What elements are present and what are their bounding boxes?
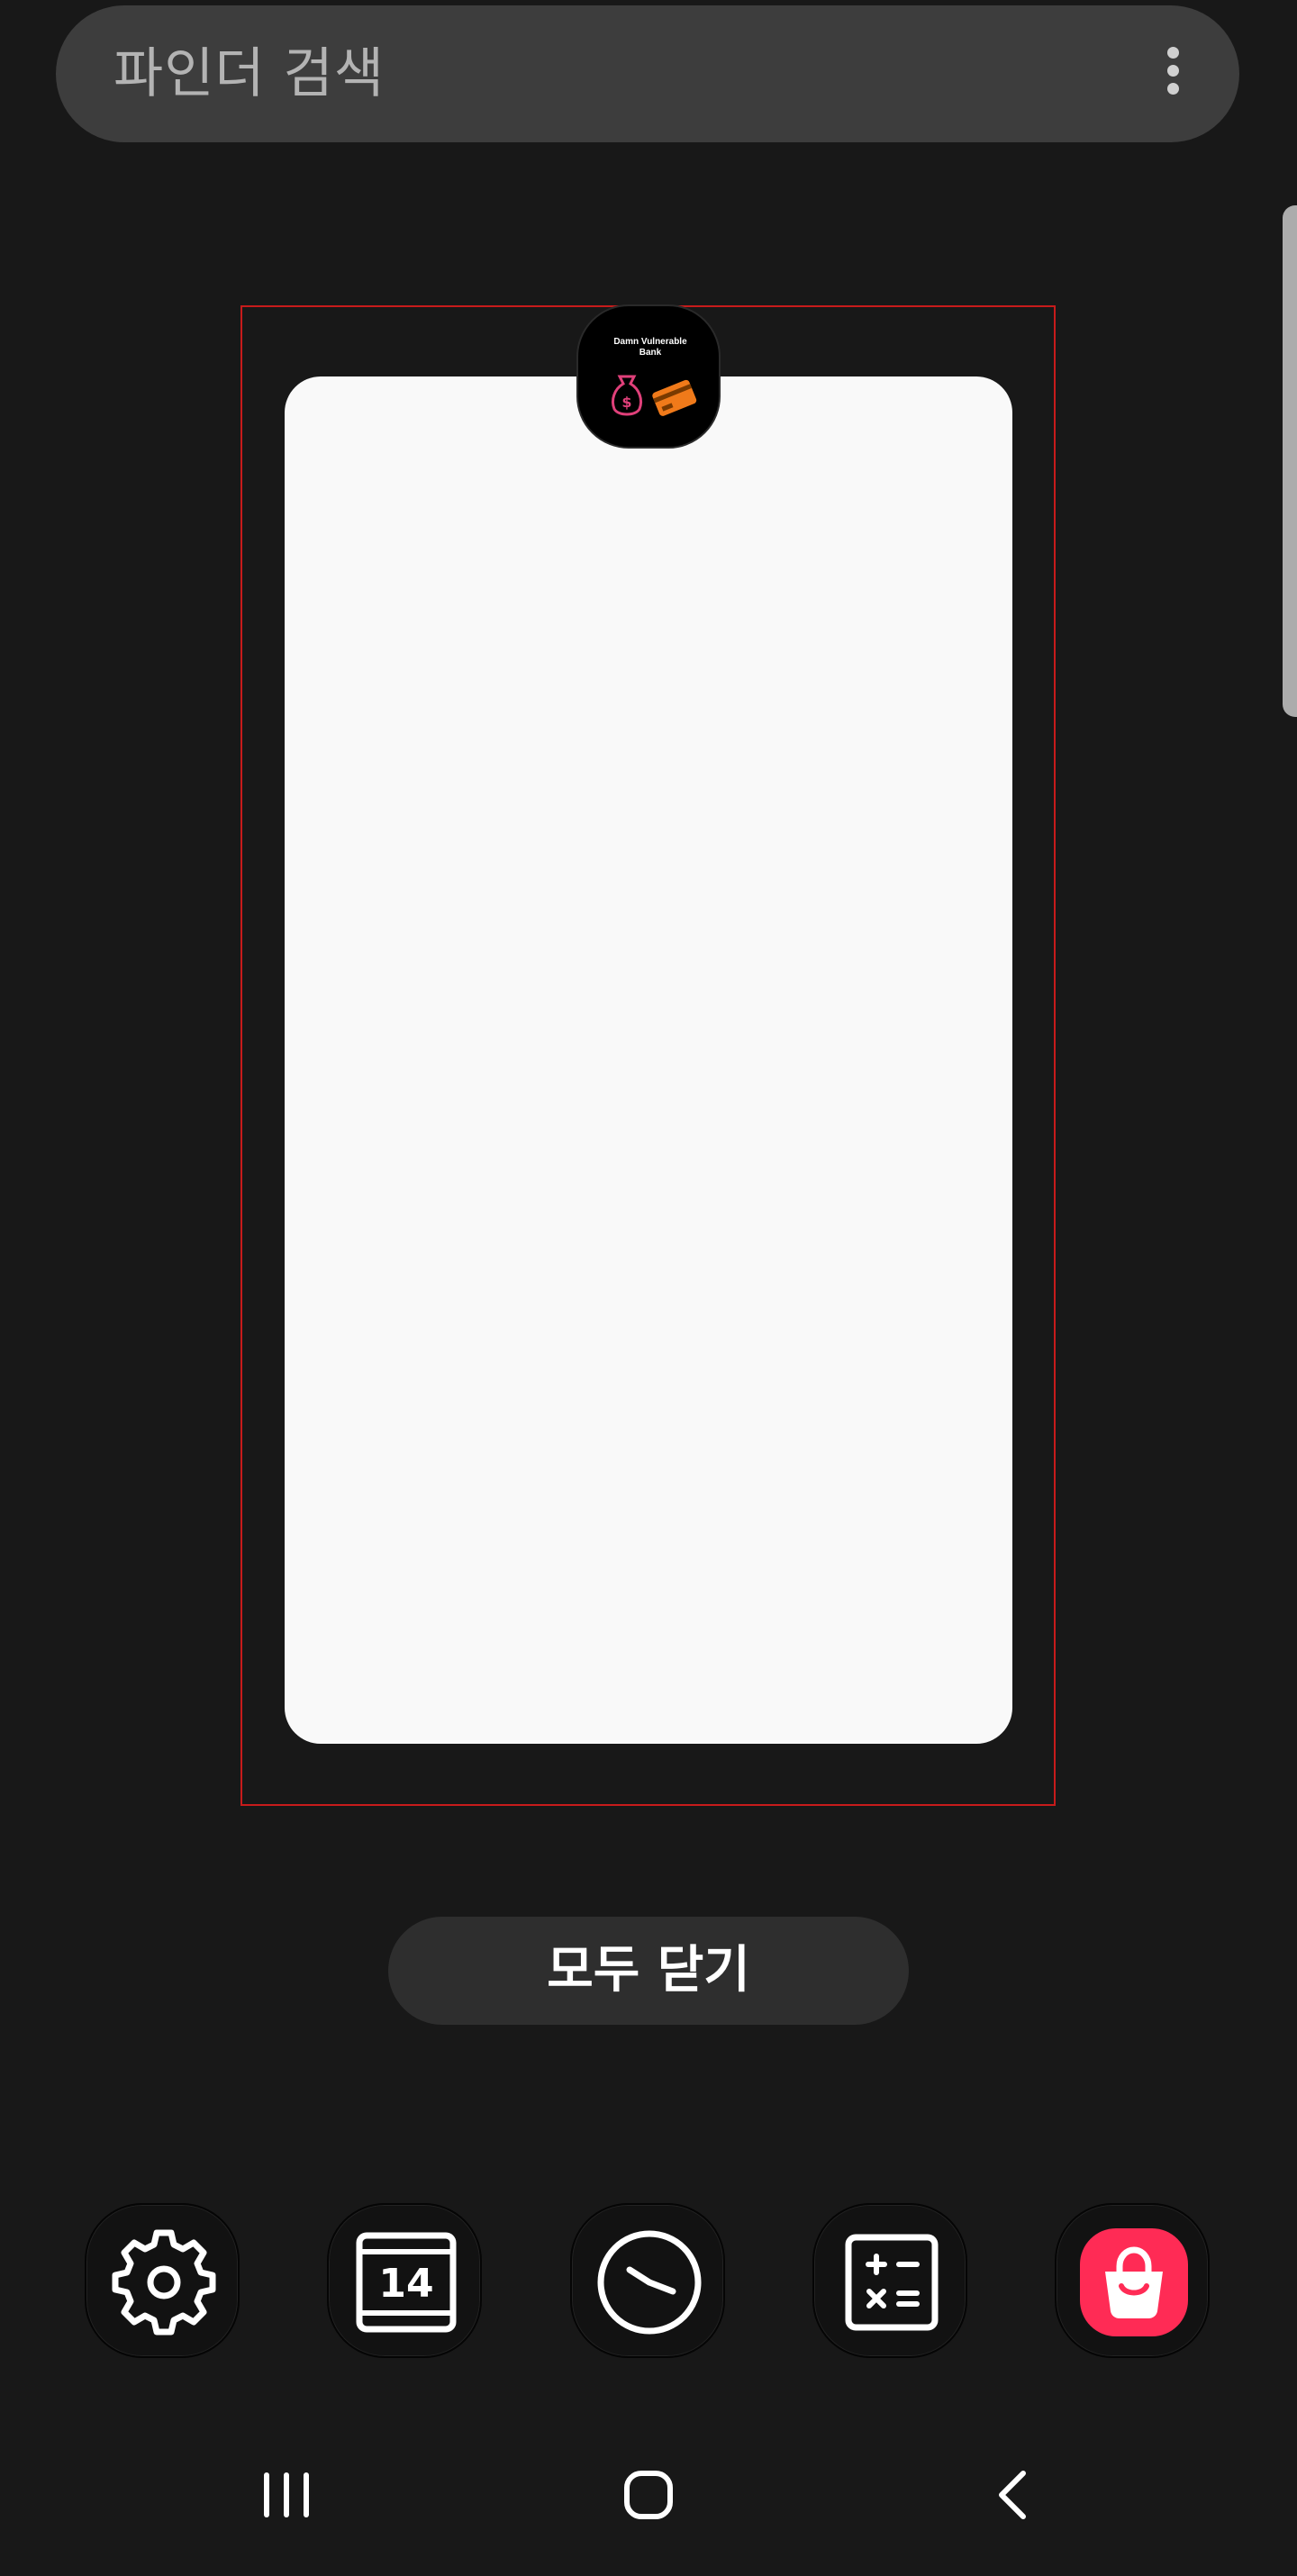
money-bag-card-icon: $ [611, 375, 697, 416]
calendar-day: 14 [378, 2261, 433, 2307]
app-icon-text-line2: Bank [639, 348, 662, 358]
svg-text:$: $ [621, 394, 631, 411]
clock-icon [597, 2230, 702, 2335]
recent-app-preview-card[interactable] [285, 376, 1012, 1744]
calculator-app-icon[interactable] [812, 2203, 967, 2358]
settings-icon [112, 2229, 216, 2336]
calendar-icon: 14 [356, 2232, 457, 2333]
back-icon [999, 2471, 1026, 2519]
back-button[interactable] [987, 2468, 1041, 2526]
home-icon [624, 2471, 673, 2519]
settings-app-icon[interactable] [85, 2203, 240, 2358]
finder-search-bar[interactable]: 파인더 검색 [56, 5, 1239, 142]
more-vertical-icon[interactable] [1160, 47, 1185, 101]
calculator-icon [845, 2234, 939, 2331]
recents-button[interactable] [259, 2468, 313, 2526]
galaxy-store-app-icon[interactable] [1055, 2203, 1210, 2358]
edge-panel-handle[interactable] [1283, 205, 1297, 717]
close-all-button[interactable]: 모두 닫기 [388, 1917, 909, 2025]
app-icon-text-line1: Damn Vulnerable [613, 337, 687, 347]
galaxy-store-icon [1080, 2228, 1188, 2336]
clock-app-icon[interactable] [570, 2203, 725, 2358]
home-button[interactable] [621, 2468, 676, 2526]
recents-icon [264, 2472, 309, 2517]
search-placeholder[interactable]: 파인더 검색 [113, 5, 385, 142]
damn-vulnerable-bank-icon[interactable]: Damn Vulnerable Bank $ [576, 304, 721, 449]
calendar-app-icon[interactable]: 14 [327, 2203, 482, 2358]
